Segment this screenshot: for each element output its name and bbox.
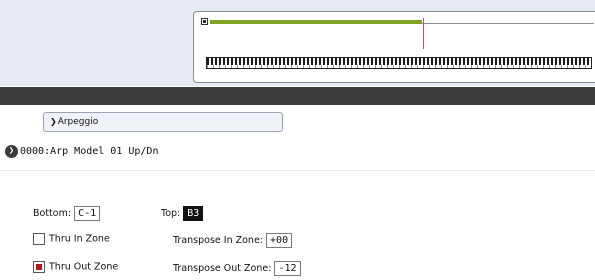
thru-in-zone-option[interactable]: Thru In Zone xyxy=(33,233,110,245)
transpose-in-label: Transpose In Zone: xyxy=(173,235,263,246)
arp-pattern-label: 0000:Arp Model 01 Up/Dn xyxy=(20,146,159,157)
zone-marker-icon xyxy=(201,18,208,25)
section-divider xyxy=(0,170,595,171)
popup-arrow-icon[interactable]: ❯ xyxy=(5,144,18,158)
bottom-label: Bottom: xyxy=(33,208,72,219)
key-range-bar[interactable] xyxy=(210,20,422,24)
thru-out-zone-checkbox[interactable] xyxy=(33,261,45,273)
thru-out-zone-label: Thru Out Zone xyxy=(49,261,119,273)
transpose-in-value[interactable]: +00 xyxy=(266,233,293,248)
transpose-out-label: Transpose Out Zone: xyxy=(173,263,272,274)
keyboard-keys xyxy=(206,57,592,69)
top-value[interactable]: B3 xyxy=(183,206,204,221)
transpose-out-value[interactable]: -12 xyxy=(274,261,301,276)
chevron-right-icon: ❯ xyxy=(50,117,57,126)
transpose-out-zone-field: Transpose Out Zone: -12 xyxy=(173,261,301,276)
keyboard-zone-display[interactable] xyxy=(193,11,595,83)
arpeggio-label: Arpeggio xyxy=(57,117,99,127)
arpeggio-button[interactable]: ❯Arpeggio xyxy=(43,112,283,132)
bottom-key-field: Bottom: C-1 xyxy=(33,206,101,221)
arp-pattern-row[interactable]: ❯ 0000:Arp Model 01 Up/Dn xyxy=(5,142,158,162)
thru-out-zone-option[interactable]: Thru Out Zone xyxy=(33,261,118,273)
transpose-in-zone-field: Transpose In Zone: +00 xyxy=(173,233,293,248)
split-point-marker[interactable] xyxy=(423,18,424,49)
bottom-value[interactable]: C-1 xyxy=(74,206,101,221)
thru-in-zone-checkbox[interactable] xyxy=(33,233,45,245)
thru-in-zone-label: Thru In Zone xyxy=(49,233,110,245)
keyboard-zone-area xyxy=(0,0,595,86)
top-key-field: Top: B3 xyxy=(161,206,204,221)
divider-bar xyxy=(0,87,595,105)
top-label: Top: xyxy=(161,208,181,219)
